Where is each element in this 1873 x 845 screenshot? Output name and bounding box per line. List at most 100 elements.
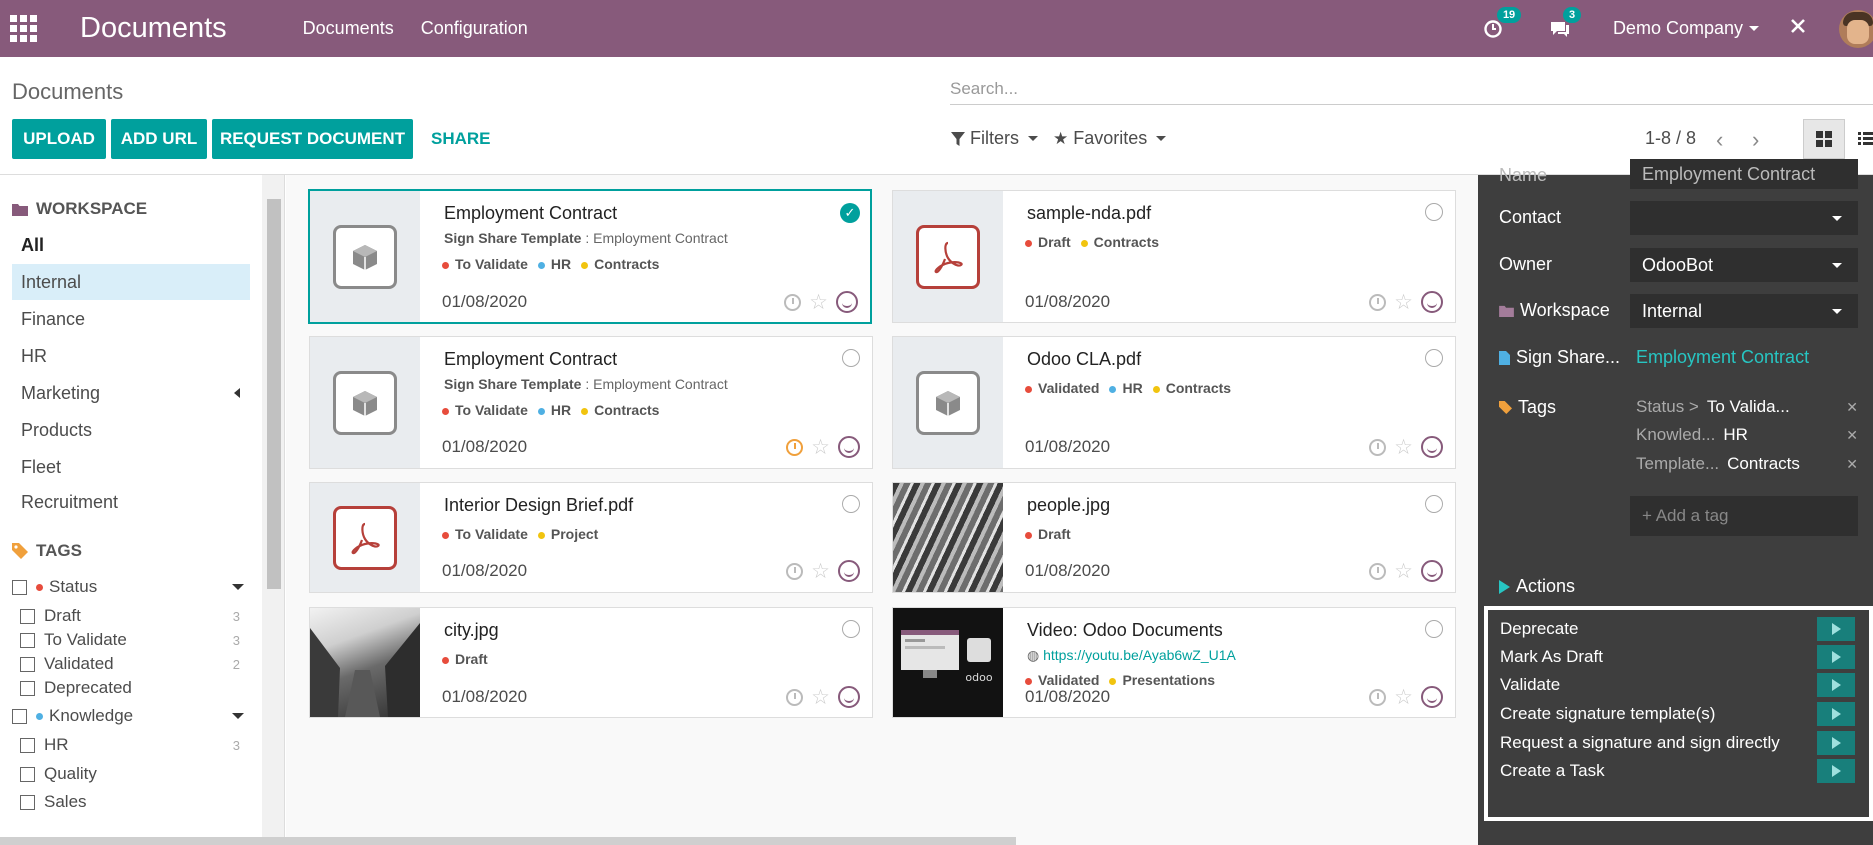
tag-group-status[interactable]: Status xyxy=(12,573,250,601)
upload-button[interactable]: UPLOAD xyxy=(12,119,106,159)
checkbox[interactable] xyxy=(20,632,35,648)
search-input[interactable]: Search... xyxy=(950,75,1873,105)
checkbox[interactable] xyxy=(20,656,35,672)
actions-header[interactable]: Actions xyxy=(1499,576,1575,597)
action-validate[interactable]: Validate xyxy=(1500,670,1855,700)
action-create-task[interactable]: Create a Task xyxy=(1500,756,1855,786)
apps-menu-icon[interactable] xyxy=(10,0,58,57)
owner-avatar-icon[interactable] xyxy=(1421,291,1443,313)
close-icon[interactable] xyxy=(1789,17,1807,40)
filters-dropdown[interactable]: Filters xyxy=(951,128,1038,149)
select-radio[interactable] xyxy=(842,495,860,513)
document-card[interactable]: sample-nda.pdf Draft Contracts 01/08/202… xyxy=(892,190,1456,323)
run-action-button[interactable] xyxy=(1817,673,1855,697)
workspace-recruitment[interactable]: Recruitment xyxy=(12,484,250,520)
action-create-signature-template[interactable]: Create signature template(s) xyxy=(1500,699,1855,729)
contact-field[interactable] xyxy=(1630,201,1858,235)
workspace-internal[interactable]: Internal xyxy=(12,264,250,300)
company-switcher[interactable]: Demo Company xyxy=(1613,18,1759,39)
url-link[interactable]: https://youtu.be/Ayab6wZ_U1A xyxy=(1043,647,1236,663)
select-radio[interactable] xyxy=(1425,203,1443,221)
tag-deprecated[interactable]: Deprecated xyxy=(20,674,250,702)
add-url-button[interactable]: ADD URL xyxy=(111,119,207,159)
document-url[interactable]: ◍ https://youtu.be/Ayab6wZ_U1A xyxy=(1027,647,1236,664)
activity-menu[interactable]: 19 xyxy=(1483,6,1522,39)
document-card[interactable]: Employment Contract Sign Share Template … xyxy=(308,189,872,324)
remove-tag-icon[interactable]: ✕ xyxy=(1846,456,1858,473)
activity-clock-icon[interactable] xyxy=(784,293,802,311)
document-card[interactable]: city.jpg Draft 01/08/2020 ☆ xyxy=(309,607,873,718)
pager-value[interactable]: 1-8 / 8 xyxy=(1645,128,1696,149)
activity-clock-icon[interactable] xyxy=(1369,688,1387,706)
sign-share-link[interactable]: Employment Contract xyxy=(1636,347,1809,368)
tag-group-knowledge[interactable]: Knowledge xyxy=(12,702,250,730)
select-radio[interactable] xyxy=(842,620,860,638)
activity-clock-icon[interactable] xyxy=(1369,438,1387,456)
document-card[interactable]: Odoo CLA.pdf Validated HR Contracts 01/0… xyxy=(892,336,1456,469)
activity-clock-icon[interactable] xyxy=(786,562,804,580)
star-icon[interactable]: ☆ xyxy=(811,437,830,458)
workspace-products[interactable]: Products xyxy=(12,412,250,448)
star-icon[interactable]: ☆ xyxy=(1394,292,1413,313)
activity-clock-icon[interactable] xyxy=(786,438,804,456)
owner-avatar-icon[interactable] xyxy=(1421,436,1443,458)
kanban-view-button[interactable] xyxy=(1803,119,1845,159)
remove-tag-icon[interactable]: ✕ xyxy=(1846,427,1858,444)
star-icon[interactable]: ☆ xyxy=(809,292,828,313)
knowledge-checkbox[interactable] xyxy=(12,708,27,724)
owner-avatar-icon[interactable] xyxy=(836,291,858,313)
messaging-menu[interactable]: 3 xyxy=(1549,6,1582,39)
tag-hr[interactable]: HR 3 xyxy=(20,731,250,759)
owner-avatar-icon[interactable] xyxy=(838,560,860,582)
action-mark-as-draft[interactable]: Mark As Draft xyxy=(1500,642,1855,672)
pager-next-icon[interactable]: › xyxy=(1752,127,1759,153)
star-icon[interactable]: ☆ xyxy=(1394,561,1413,582)
tag-sales[interactable]: Sales xyxy=(20,788,250,816)
sidebar-scrollbar[interactable] xyxy=(262,175,284,845)
workspace-fleet[interactable]: Fleet xyxy=(12,449,250,485)
horizontal-scrollbar[interactable] xyxy=(0,837,1016,845)
run-action-button[interactable] xyxy=(1817,617,1855,641)
list-view-button[interactable] xyxy=(1845,119,1873,159)
checkbox[interactable] xyxy=(20,680,35,696)
workspace-finance[interactable]: Finance xyxy=(12,301,250,337)
share-button[interactable]: SHARE xyxy=(431,119,491,159)
chevron-down-icon[interactable] xyxy=(232,713,244,719)
action-request-signature[interactable]: Request a signature and sign directly xyxy=(1500,728,1855,758)
status-checkbox[interactable] xyxy=(12,579,27,595)
activity-clock-icon[interactable] xyxy=(1369,562,1387,580)
checkbox[interactable] xyxy=(20,794,35,810)
activity-clock-icon[interactable] xyxy=(1369,293,1387,311)
app-title[interactable]: Documents xyxy=(80,12,227,45)
request-document-button[interactable]: REQUEST DOCUMENT xyxy=(212,119,413,159)
run-action-button[interactable] xyxy=(1817,702,1855,726)
checkbox[interactable] xyxy=(20,766,35,782)
star-icon[interactable]: ☆ xyxy=(811,561,830,582)
owner-field[interactable]: OdooBot xyxy=(1630,248,1858,282)
owner-avatar-icon[interactable] xyxy=(1421,560,1443,582)
run-action-button[interactable] xyxy=(1817,731,1855,755)
activity-clock-icon[interactable] xyxy=(786,688,804,706)
star-icon[interactable]: ☆ xyxy=(1394,437,1413,458)
remove-tag-icon[interactable]: ✕ xyxy=(1846,399,1858,416)
run-action-button[interactable] xyxy=(1817,759,1855,783)
star-icon[interactable]: ☆ xyxy=(1394,687,1413,708)
workspace-all[interactable]: All xyxy=(12,227,250,263)
run-action-button[interactable] xyxy=(1817,645,1855,669)
add-tag-input[interactable]: + Add a tag xyxy=(1630,496,1858,536)
checkbox[interactable] xyxy=(20,737,35,753)
star-icon[interactable]: ☆ xyxy=(811,687,830,708)
select-radio[interactable] xyxy=(1425,620,1443,638)
document-card[interactable]: Employment Contract Sign Share Template … xyxy=(309,336,873,469)
owner-avatar-icon[interactable] xyxy=(1421,686,1443,708)
select-radio[interactable] xyxy=(1425,495,1443,513)
tag-quality[interactable]: Quality xyxy=(20,760,250,788)
chevron-left-icon[interactable] xyxy=(234,388,240,398)
action-deprecate[interactable]: Deprecate xyxy=(1500,614,1855,644)
menu-configuration[interactable]: Configuration xyxy=(421,18,528,39)
name-field[interactable]: Employment Contract xyxy=(1630,159,1858,189)
workspace-field[interactable]: Internal xyxy=(1630,294,1858,328)
chevron-down-icon[interactable] xyxy=(232,584,244,590)
favorites-dropdown[interactable]: ★ Favorites xyxy=(1053,128,1167,149)
document-card[interactable]: odoo Video: Odoo Documents ◍ https://you… xyxy=(892,607,1456,718)
